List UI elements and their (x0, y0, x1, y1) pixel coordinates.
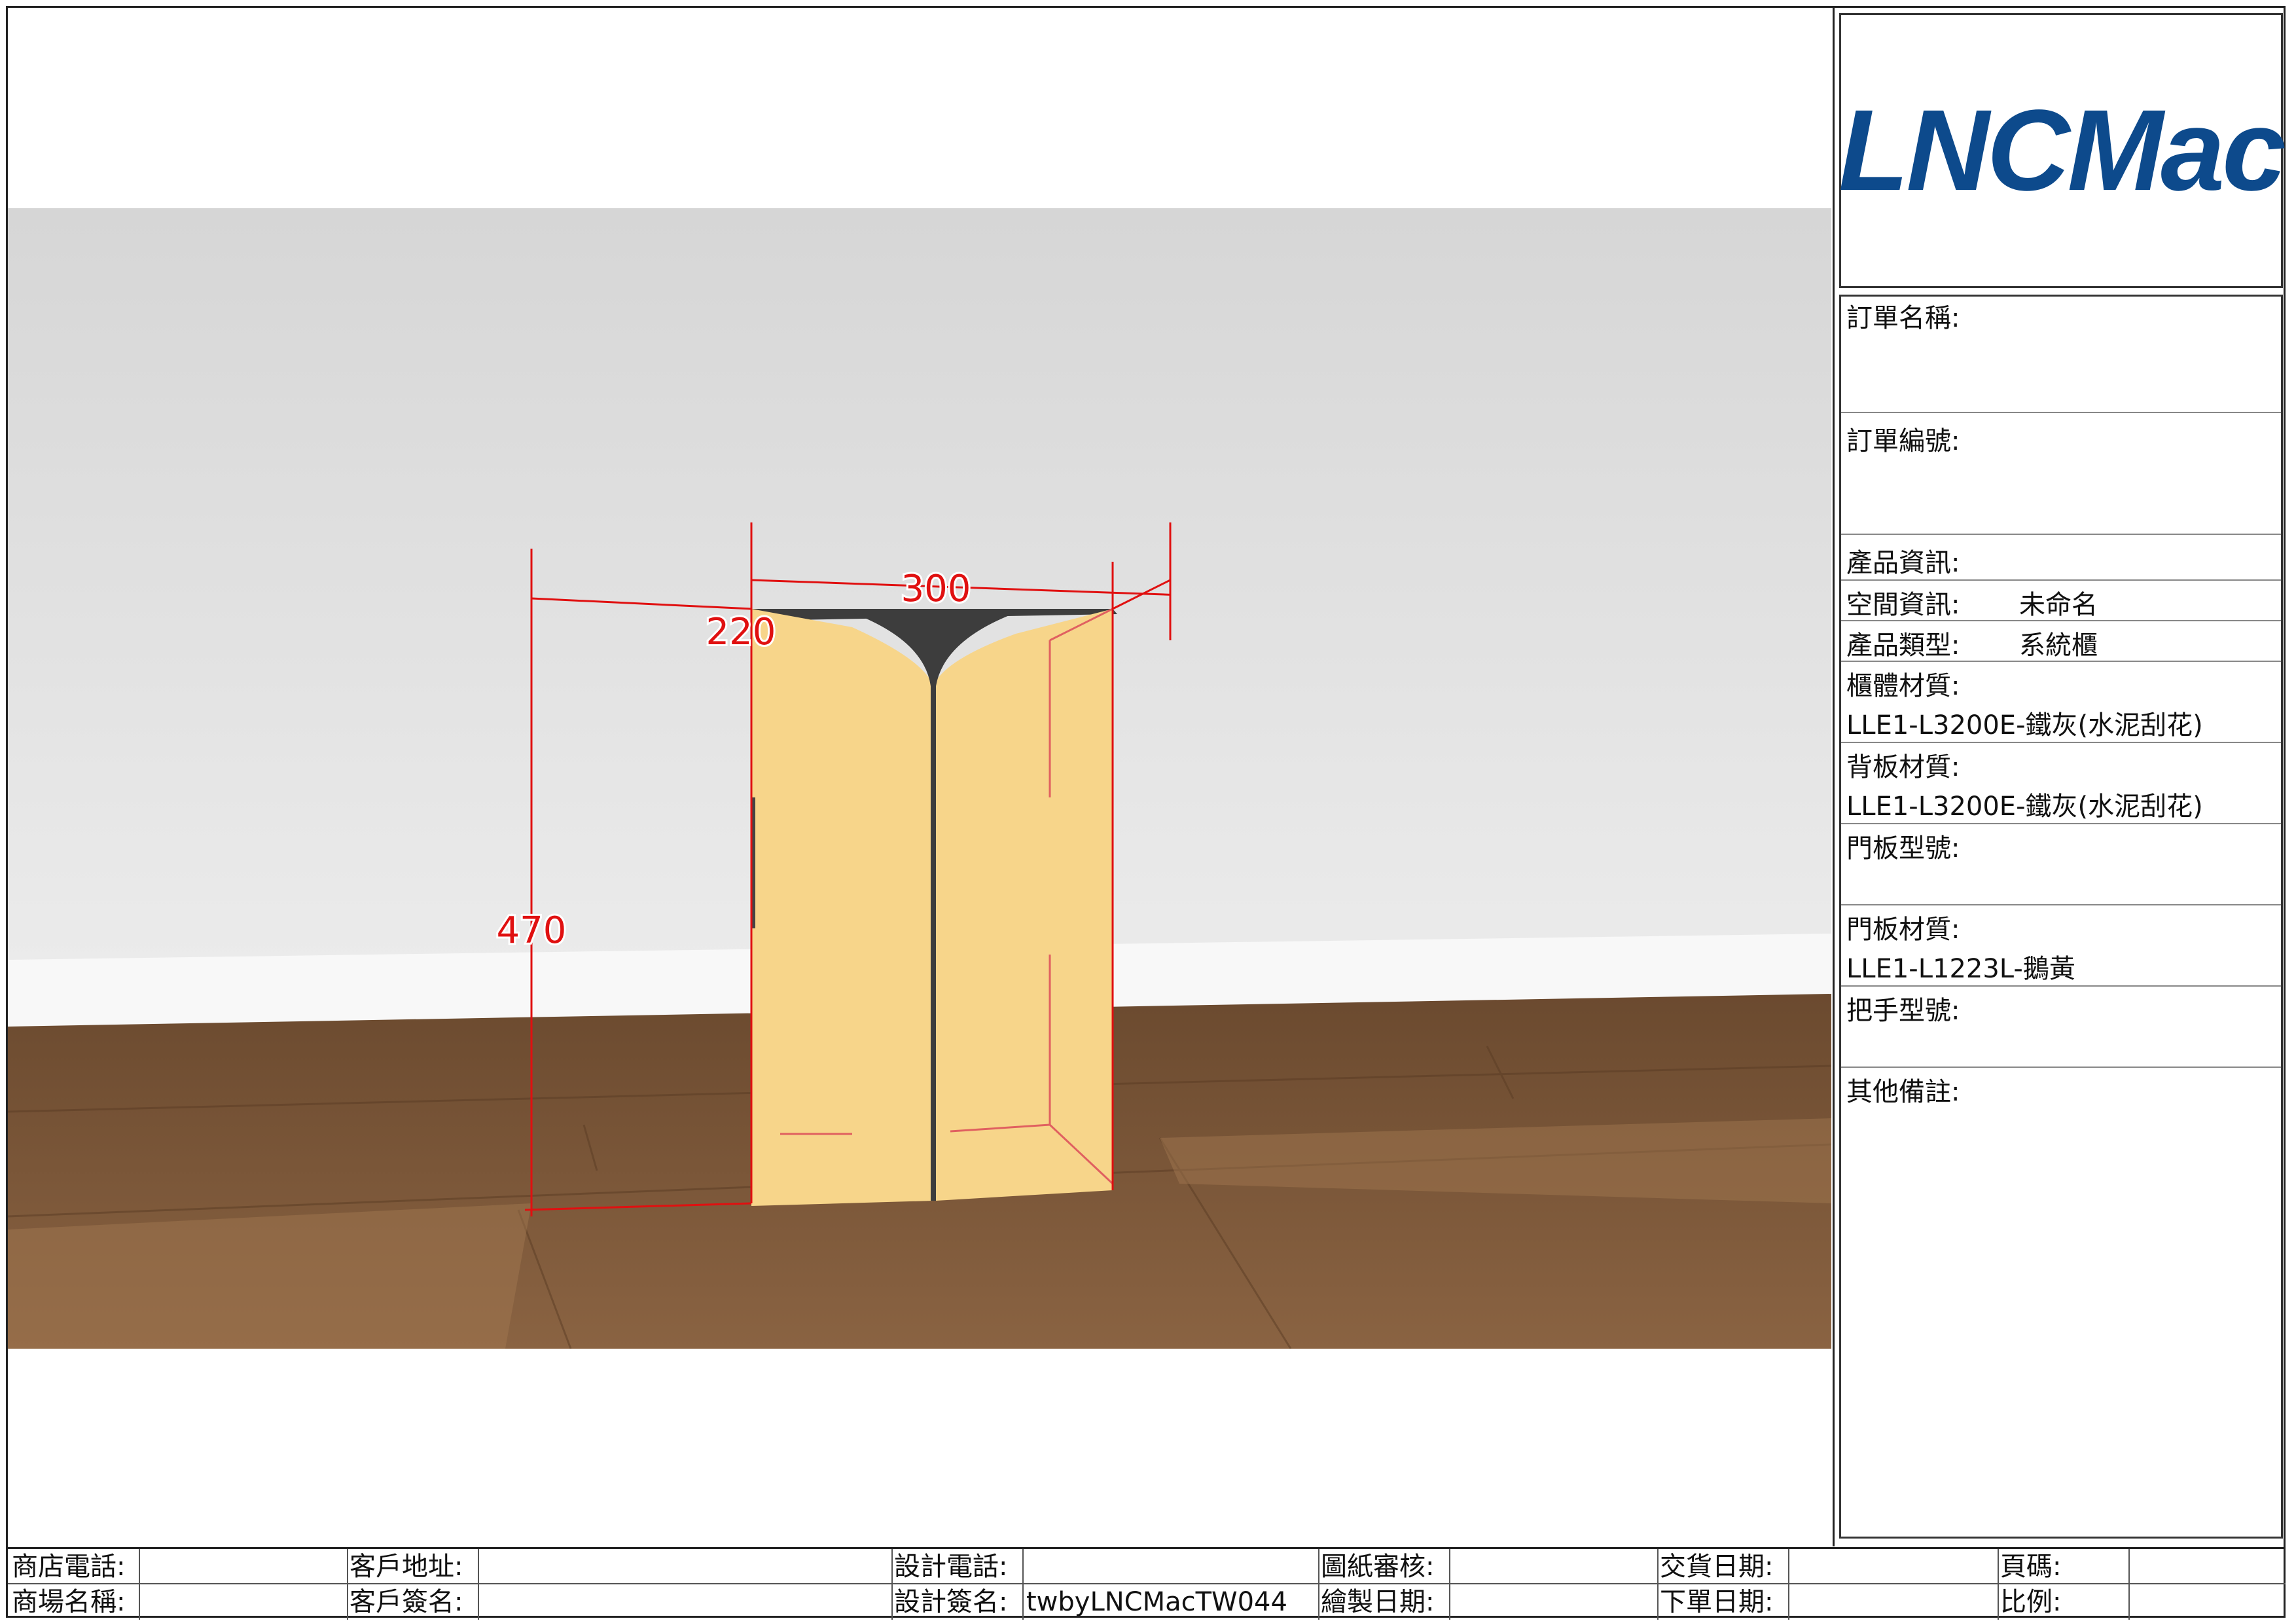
row-door-material: 門板材質: LLE1-L1223L-鵝黃 (1841, 905, 2281, 987)
cabinet-material-value: LLE1-L3200E-鐵灰(水泥刮花) (1846, 710, 2203, 740)
footer-col-divider (1657, 1549, 1659, 1620)
brand-logo: LNCMac (1838, 86, 2286, 215)
scale-label: 比例: (2000, 1587, 2062, 1617)
door-model-label: 門板型號: (1846, 833, 1960, 864)
footer-col-divider (347, 1549, 348, 1620)
footer-table: 商店電話: 商場名稱: 客戶地址: 客戶簽名: 設計電話: 設計簽名: twby… (8, 1547, 2286, 1620)
dim-height-label: 470 (497, 909, 567, 952)
scene-render: 300 220 470 (8, 208, 1831, 1349)
row-order-no: 訂單編號: (1841, 413, 2281, 535)
row-handle-model: 把手型號: (1841, 987, 2281, 1068)
door-left[interactable] (751, 609, 933, 1206)
dim-width-label: 300 (901, 568, 971, 610)
row-other-notes: 其他備註: (1841, 1068, 2281, 1526)
handle-model-label: 把手型號: (1846, 996, 1960, 1026)
page-number-label: 頁碼: (2000, 1552, 2062, 1582)
product-info-label: 產品資訊: (1846, 548, 1960, 578)
door-material-value: LLE1-L1223L-鵝黃 (1846, 954, 2075, 984)
customer-address-label: 客戶地址: (350, 1552, 463, 1582)
order-info-panel: 訂單名稱: 訂單編號: 產品資訊: 空間資訊: 未命名 產品類型: 系統櫃 櫃體… (1839, 295, 2283, 1539)
footer-col-divider (891, 1549, 893, 1620)
footer-col-divider (1449, 1549, 1450, 1620)
order-name-label: 訂單名稱: (1846, 303, 1960, 333)
back-material-label: 背板材質: (1846, 752, 1960, 782)
cabinet-model[interactable] (751, 608, 1117, 1206)
space-info-label: 空間資訊: (1846, 590, 1960, 620)
row-cabinet-material: 櫃體材質: LLE1-L3200E-鐵灰(水泥刮花) (1841, 662, 2281, 743)
footer-col-divider (1318, 1549, 1319, 1620)
footer-col-divider (478, 1549, 479, 1620)
customer-signature-label: 客戶簽名: (350, 1587, 463, 1617)
design-signature-label: 設計簽名: (894, 1587, 1008, 1617)
order-date-label: 下單日期: (1660, 1587, 1774, 1617)
footer-col-divider (1998, 1549, 1999, 1620)
space-info-value: 未命名 (2019, 590, 2098, 620)
logo-panel: LNCMac (1838, 13, 2286, 288)
door-material-label: 門板材質: (1846, 915, 1960, 945)
store-phone-label: 商店電話: (12, 1552, 126, 1582)
other-notes-label: 其他備註: (1846, 1077, 1960, 1107)
3d-viewport[interactable]: 300 220 470 (8, 208, 1831, 1349)
product-type-label: 產品類型: (1846, 630, 1960, 661)
design-phone-label: 設計電話: (894, 1552, 1008, 1582)
footer-col-divider (139, 1549, 140, 1620)
footer-row-divider (8, 1583, 2286, 1584)
mall-name-label: 商場名稱: (12, 1587, 126, 1617)
delivery-date-label: 交貨日期: (1660, 1552, 1774, 1582)
drawing-review-label: 圖紙審核: (1321, 1552, 1435, 1582)
footer-col-divider (2128, 1549, 2130, 1620)
footer-col-divider (1788, 1549, 1789, 1620)
footer-col-divider (1022, 1549, 1024, 1620)
dim-depth-label: 220 (706, 611, 776, 653)
row-product-type: 產品類型: 系統櫃 (1841, 621, 2281, 662)
order-no-label: 訂單編號: (1846, 426, 1960, 456)
door-right[interactable] (933, 609, 1113, 1201)
row-space-info: 空間資訊: 未命名 (1841, 581, 2281, 621)
row-door-model: 門板型號: (1841, 824, 2281, 905)
drawing-date-label: 繪製日期: (1321, 1587, 1435, 1617)
cabinet-material-label: 櫃體材質: (1846, 671, 1960, 701)
row-back-material: 背板材質: LLE1-L3200E-鐵灰(水泥刮花) (1841, 743, 2281, 824)
product-type-value: 系統櫃 (2019, 630, 2098, 661)
row-order-name: 訂單名稱: (1841, 297, 2281, 413)
back-material-value: LLE1-L3200E-鐵灰(水泥刮花) (1846, 792, 2203, 822)
row-product-info: 產品資訊: (1841, 535, 2281, 581)
design-signature-value: twbyLNCMacTW044 (1026, 1587, 1287, 1617)
